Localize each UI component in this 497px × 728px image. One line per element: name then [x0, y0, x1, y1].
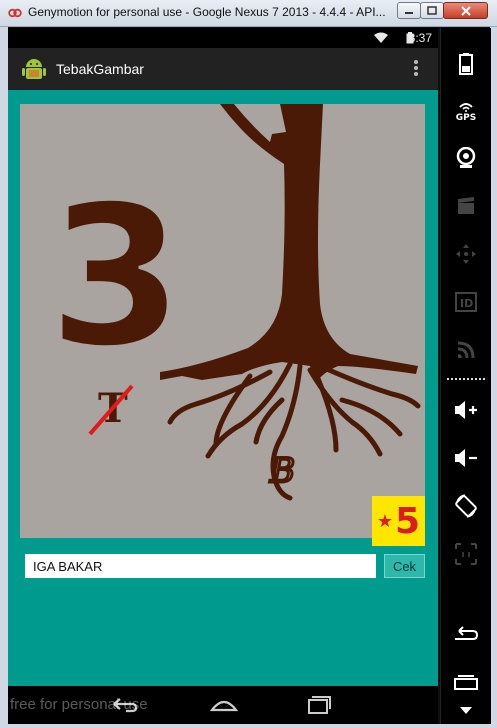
battery-widget-icon — [459, 53, 473, 75]
rotate-icon — [455, 494, 477, 518]
genymotion-logo-icon — [8, 8, 22, 18]
close-button[interactable] — [443, 2, 488, 19]
wifi-icon — [374, 32, 388, 43]
overflow-menu-icon[interactable] — [412, 60, 420, 78]
app-action-bar: TebakGambar — [8, 48, 438, 90]
app-title: TebakGambar — [56, 61, 144, 77]
panel-separator — [447, 378, 485, 380]
clapper-icon — [458, 197, 474, 214]
puzzle-number-3: 3 — [48, 163, 184, 390]
volume-down-button[interactable] — [441, 438, 491, 478]
status-clock: 8:37 — [408, 31, 432, 45]
watermark-text: free for personal use — [10, 696, 148, 713]
rss-icon — [457, 341, 475, 359]
minimize-button[interactable] — [397, 2, 421, 19]
window-frame-bottom — [0, 724, 497, 728]
screencast-widget-button[interactable] — [441, 186, 491, 226]
dpad-icon — [456, 244, 476, 264]
pixel-perfect-button[interactable] — [441, 534, 491, 574]
id-label: ID — [460, 297, 473, 310]
device-id-widget-button[interactable]: ID — [441, 282, 491, 322]
rotate-button[interactable] — [441, 486, 491, 526]
volume-up-button[interactable] — [441, 390, 491, 430]
gps-label: GPS — [455, 112, 477, 123]
back-icon — [455, 626, 479, 640]
back-button[interactable] — [441, 614, 491, 654]
wifi-signal-icon — [459, 102, 473, 112]
home-button[interactable] — [441, 696, 491, 724]
volume-down-icon — [455, 449, 477, 467]
id-card-icon: ID — [455, 292, 477, 312]
home-nav-icon[interactable] — [204, 692, 244, 718]
battery-widget-button[interactable] — [441, 44, 491, 84]
star-icon: ★ — [376, 510, 394, 531]
check-button[interactable]: Cek — [384, 554, 425, 578]
puzzle-image: 3 T B — [20, 104, 425, 538]
level-number: 5 — [395, 500, 421, 542]
window-frame-right — [490, 26, 497, 728]
genymotion-side-panel: GPS ID — [440, 28, 491, 724]
volume-up-icon — [455, 401, 477, 419]
android-status-bar: 8:37 — [8, 28, 438, 48]
recent-apps-nav-icon[interactable] — [298, 692, 338, 718]
window-title-bar[interactable]: Genymotion for personal use - Google Nex… — [0, 0, 497, 27]
maximize-button[interactable] — [420, 2, 444, 19]
home-icon — [460, 707, 472, 714]
gps-widget-button[interactable]: GPS — [441, 92, 491, 132]
minimize-icon — [405, 11, 413, 14]
rss-widget-button[interactable] — [441, 330, 491, 370]
window-title: Genymotion for personal use - Google Nex… — [28, 5, 386, 19]
answer-input[interactable] — [25, 554, 376, 578]
webcam-widget-button[interactable] — [441, 138, 491, 178]
level-badge: ★ 5 — [372, 496, 425, 546]
recent-apps-icon — [454, 675, 478, 690]
remote-control-widget-button[interactable] — [441, 234, 491, 274]
maximize-icon — [427, 6, 437, 15]
close-icon — [460, 5, 471, 16]
root-letter-b: B — [269, 451, 295, 491]
webcam-icon — [456, 147, 476, 168]
android-app-icon[interactable] — [20, 55, 48, 83]
window-frame-left — [0, 26, 8, 728]
puzzle-illustration: 3 T B — [47, 104, 421, 501]
game-screen: 3 T B ★ 5 Cek — [8, 90, 438, 686]
scale-icon — [455, 543, 477, 565]
tree-trunk — [160, 104, 418, 384]
